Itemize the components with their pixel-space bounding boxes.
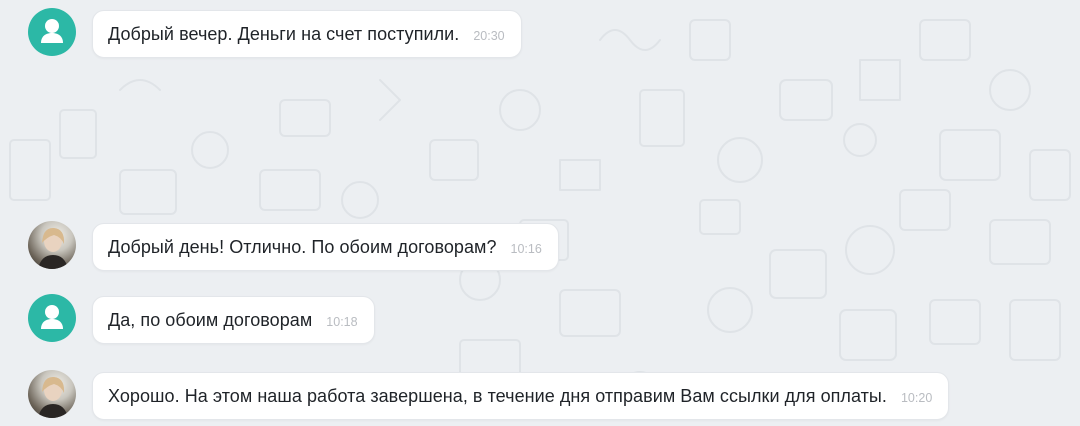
user-silhouette-icon [41,19,63,43]
photo-avatar [38,376,68,418]
message-bubble: Хорошо. На этом наша работа завершена, в… [92,372,950,420]
photo-avatar [38,227,68,269]
message-time: 20:30 [473,29,505,43]
message-text: Добрый вечер. Деньги на счет поступили. [108,23,460,44]
message-time: 10:16 [510,242,542,256]
message-text: Хорошо. На этом наша работа завершена, в… [108,385,887,406]
message-text: Добрый день! Отлично. По обоим договорам… [108,236,497,257]
message-bubble: Да, по обоим договорам 10:18 [92,296,375,344]
message-time: 10:20 [900,391,933,405]
operator-avatar[interactable] [28,8,76,56]
message-text: Да, по обоим договорам [108,309,313,330]
operator-avatar[interactable] [28,294,76,342]
message-row: Добрый вечер. Деньги на счет поступили. … [0,8,1080,64]
message-row: Да, по обоим договорам 10:18 [0,294,1080,350]
message-row: Добрый день! Отлично. По обоим договорам… [0,221,1080,277]
message-bubble: Добрый день! Отлично. По обоим договорам… [92,223,559,271]
client-photo-avatar[interactable] [28,221,76,269]
message-bubble: Добрый вечер. Деньги на счет поступили. … [92,10,522,58]
message-row: Хорошо. На этом наша работа завершена, в… [0,370,1080,426]
chat-message-list: Добрый вечер. Деньги на счет поступили. … [0,0,1080,420]
user-silhouette-icon [41,305,63,329]
client-photo-avatar[interactable] [28,370,76,418]
message-time: 10:18 [326,315,358,329]
